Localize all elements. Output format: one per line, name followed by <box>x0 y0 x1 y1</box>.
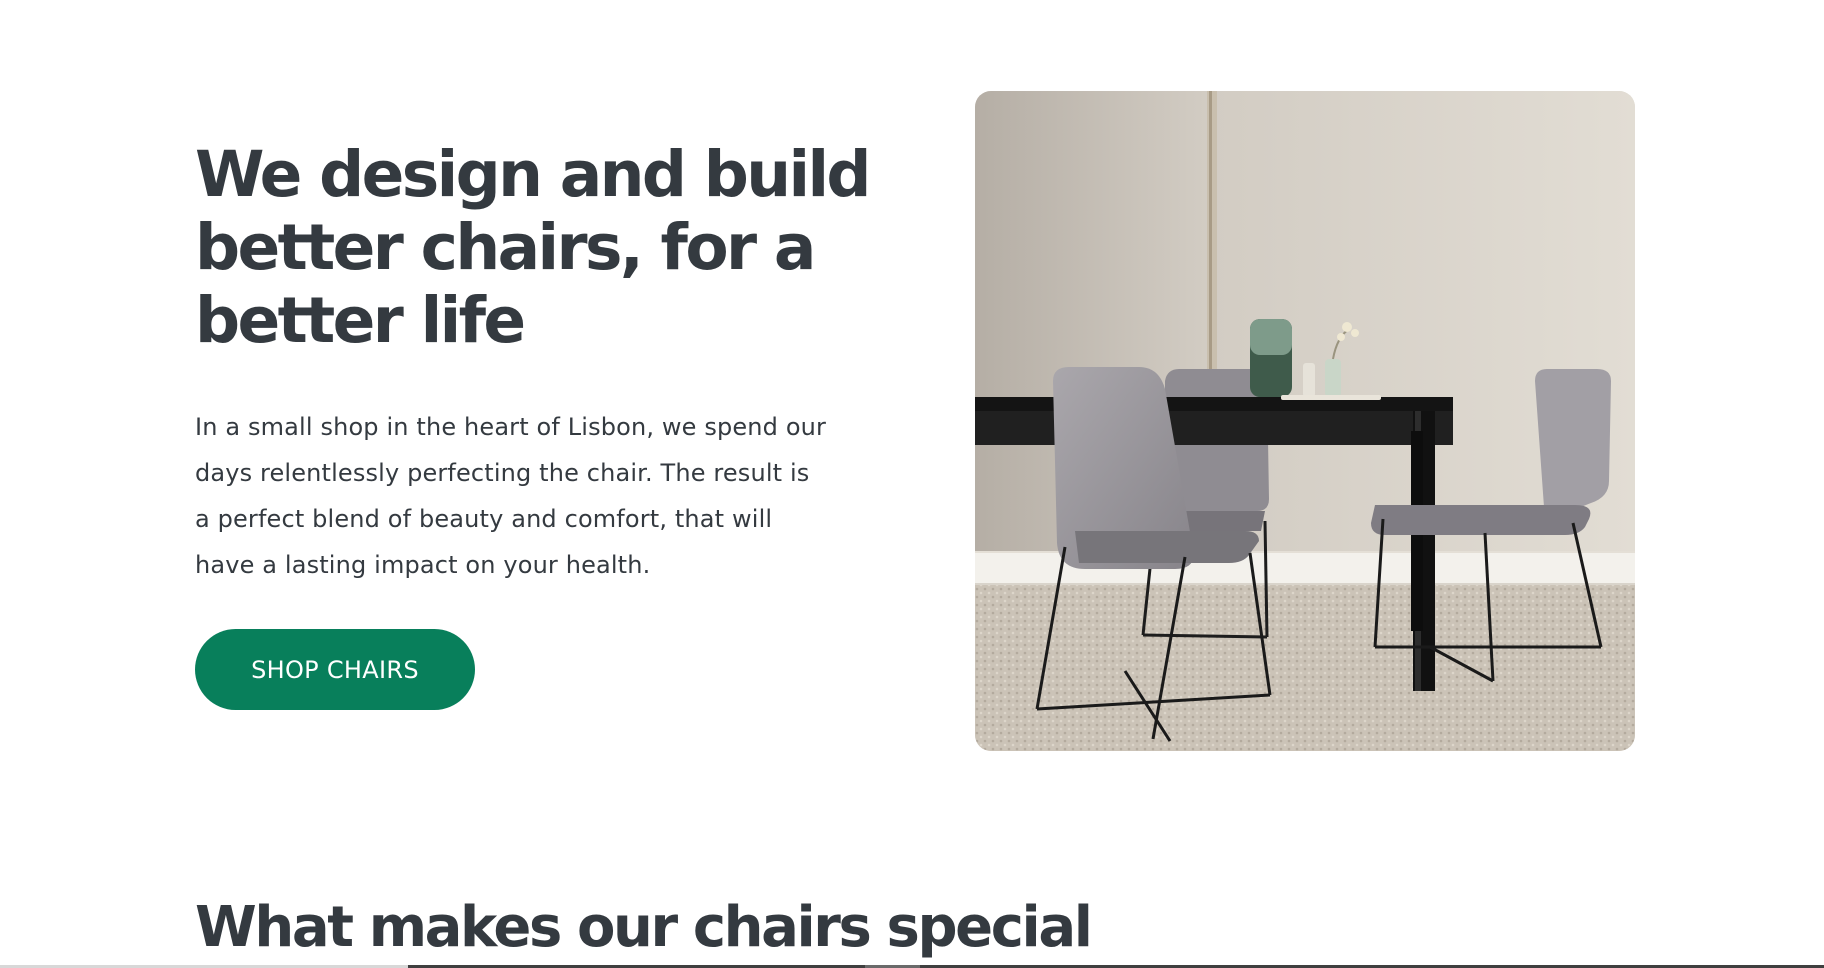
hero-title-line: better life <box>195 284 526 357</box>
hero-description-line: have a lasting impact on your health. <box>195 551 651 579</box>
hero-description-line: a perfect blend of beauty and comfort, t… <box>195 505 773 533</box>
dining-room-photo <box>975 91 1635 751</box>
hero-title: We design and build better chairs, for a… <box>195 138 875 357</box>
hero-description-line: In a small shop in the heart of Lisbon, … <box>195 413 827 441</box>
hero-image <box>975 91 1635 751</box>
hero-description: In a small shop in the heart of Lisbon, … <box>195 404 875 588</box>
features-section-title: What makes our chairs special <box>195 895 1093 960</box>
shop-chairs-button[interactable]: SHOP CHAIRS <box>195 629 475 710</box>
page: We design and build better chairs, for a… <box>0 0 1824 968</box>
hero-title-line: better chairs, for a <box>195 211 816 284</box>
hero-title-line: We design and build <box>195 138 872 211</box>
hero-description-line: days relentlessly perfecting the chair. … <box>195 459 810 487</box>
hero-section: We design and build better chairs, for a… <box>195 138 875 710</box>
